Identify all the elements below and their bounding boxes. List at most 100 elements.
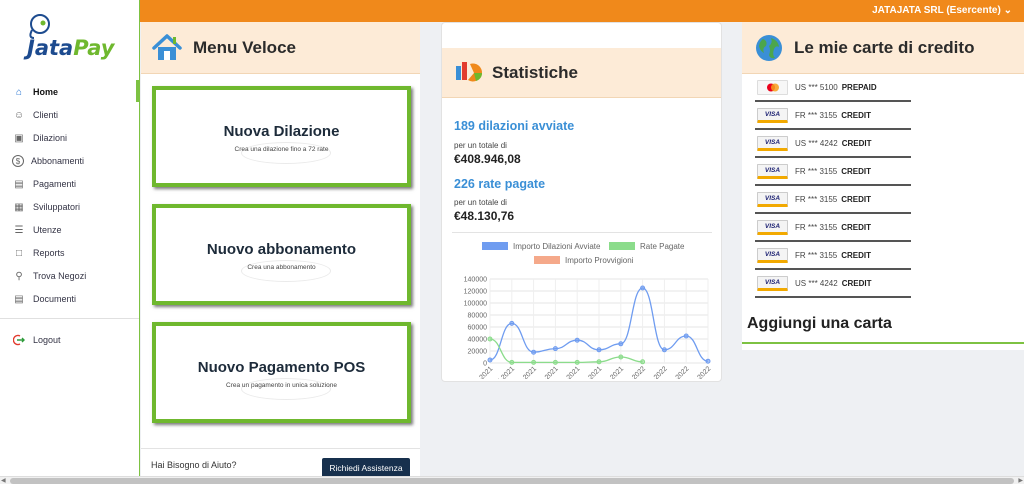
sidebar-item-abbonamenti[interactable]: $ Abbonamenti [0,151,140,171]
sidebar-item-label: Sviluppatori [33,202,81,212]
data-point [509,359,515,365]
user-menu[interactable]: JATAJATA SRL (Esercente) ⌄ [872,5,1012,16]
data-point [596,359,602,365]
chevron-down-icon: ⌄ [1000,5,1012,16]
card-masked-number: FR *** 3155 [795,166,838,176]
add-card-button[interactable]: Aggiungi una carta [747,315,892,333]
sidebar-item-utenze[interactable]: ☰ Utenze [0,220,140,240]
card-type: CREDIT [841,222,872,232]
data-point [531,349,537,355]
new-dilazione-card[interactable]: Nuova Dilazione Crea una dilazione fino … [152,86,411,187]
card-masked-number: FR *** 3155 [795,250,838,260]
scroll-right-icon[interactable]: ▶ [1018,477,1023,484]
data-point [552,346,558,352]
rate-totale-amount: €48.130,76 [454,209,515,223]
new-pagamento-pos-card[interactable]: Nuovo Pagamento POS Crea un pagamento in… [152,322,411,423]
sidebar-item-label: Dilazioni [33,133,68,143]
credit-card-item[interactable]: VISA US *** 4242 CREDIT [755,270,911,298]
credit-card-item[interactable]: VISA FR *** 3155 CREDIT [755,158,911,186]
card-masked-number: FR *** 3155 [795,194,838,204]
data-point [618,354,624,360]
sidebar-item-logout[interactable]: Logout [0,330,140,350]
legend-swatch [482,242,508,250]
logo-text-jata: Jata [27,36,74,60]
sidebar-divider [0,318,139,319]
sidebar-item-label: Documenti [33,294,77,304]
y-tick-label: 80000 [468,313,488,320]
sidebar-item-reports[interactable]: □ Reports [0,243,140,263]
sidebar-item-trova-negozi[interactable]: ⚲ Trova Negozi [0,266,140,286]
statistiche-panel: Statistiche 189 dilazioni avviate per un… [441,22,722,382]
credit-card-item[interactable]: VISA US *** 4242 CREDIT [755,130,911,158]
sidebar-item-label: Utenze [33,225,62,235]
sidebar-item-label: Abbonamenti [31,156,85,166]
users-icon: ☺ [13,109,25,121]
data-point [596,347,602,353]
legend-label: Importo Provvigioni [565,256,634,265]
x-tick-label: 04-2022 [689,365,712,379]
carte-panel: Le mie carte di credito US *** 5100 PREPA… [742,22,1024,350]
sidebar-item-clienti[interactable]: ☺ Clienti [0,105,140,125]
user-menu-label: JATAJATA SRL (Esercente) [872,5,1001,16]
sidebar-item-pagamenti[interactable]: ▤ Pagamenti [0,174,140,194]
y-tick-label: 20000 [468,349,488,356]
card-subtitle: Crea una dilazione fino a 72 rate [234,146,329,153]
card-title: Nuova Dilazione [223,123,340,140]
sidebar-item-label: Trova Negozi [33,271,87,281]
help-divider [141,448,420,449]
data-point [552,359,558,365]
credit-card-item[interactable]: VISA FR *** 3155 CREDIT [755,102,911,130]
card-masked-number: US *** 5100 [795,82,838,92]
y-tick-label: 140000 [464,277,487,284]
rate-pagate-count: 226 rate pagate [454,177,546,191]
data-point [509,320,515,326]
data-point [618,341,624,347]
sidebar-item-label: Home [33,87,59,97]
panel-bottom-border [742,342,1024,344]
card-masked-number: US *** 4242 [795,278,838,288]
x-tick-label: 02-2022 [646,365,669,379]
credit-card-item[interactable]: VISA FR *** 3155 CREDIT [755,186,911,214]
visa-logo-icon: VISA [757,191,788,207]
sidebar-item-sviluppatori[interactable]: ▦ Sviluppatori [0,197,140,217]
file-code-icon: ▦ [14,201,24,213]
horizontal-scrollbar[interactable]: ◀ ▶ [0,476,1024,484]
x-tick-label: 08-2021 [515,365,538,379]
statistiche-header: Statistiche [442,48,721,98]
visa-logo-icon: VISA [757,135,788,151]
carte-header: Le mie carte di credito [742,22,1024,74]
credit-card-item[interactable]: US *** 5100 PREPAID [755,74,911,102]
map-pin-icon: ⚲ [15,270,23,282]
visa-logo-icon: VISA [757,107,788,123]
credit-card-item[interactable]: VISA FR *** 3155 CREDIT [755,242,911,270]
panel-title: Statistiche [492,62,578,82]
card-type: CREDIT [841,194,872,204]
data-point [487,336,493,342]
new-abbonamento-card[interactable]: Nuovo abbonamento Crea una abbonamento [152,204,411,305]
y-tick-label: 40000 [468,337,488,344]
data-point [661,347,667,353]
logo-text: JataPay [27,36,114,60]
sidebar-item-documenti[interactable]: ▤ Documenti [0,289,140,309]
x-tick-label: 12-2021 [602,365,625,379]
card-masked-number: FR *** 3155 [795,222,838,232]
y-tick-label: 120000 [464,289,487,296]
request-assistance-button[interactable]: Richiedi Assistenza [322,458,410,478]
x-tick-label: 11-2021 [581,365,604,379]
panel-title: Menu Veloce [193,37,296,57]
credit-card-icon: ▣ [14,132,24,144]
card-subtitle: Crea un pagamento in unica soluzione [226,382,337,389]
y-tick-label: 100000 [464,301,487,308]
credit-card-item[interactable]: VISA FR *** 3155 CREDIT [755,214,911,242]
scrollbar-thumb[interactable] [10,478,1014,484]
data-point [487,357,493,363]
logout-icon [12,334,26,346]
list-icon: ☰ [14,224,24,236]
legend-swatch [609,242,635,250]
sidebar-item-home[interactable]: ⌂ Home [0,82,140,102]
scroll-left-icon[interactable]: ◀ [1,477,6,484]
globe-icon [756,34,782,61]
sidebar-item-dilazioni[interactable]: ▣ Dilazioni [0,128,140,148]
data-point [574,337,580,343]
stats-icon [456,61,483,81]
